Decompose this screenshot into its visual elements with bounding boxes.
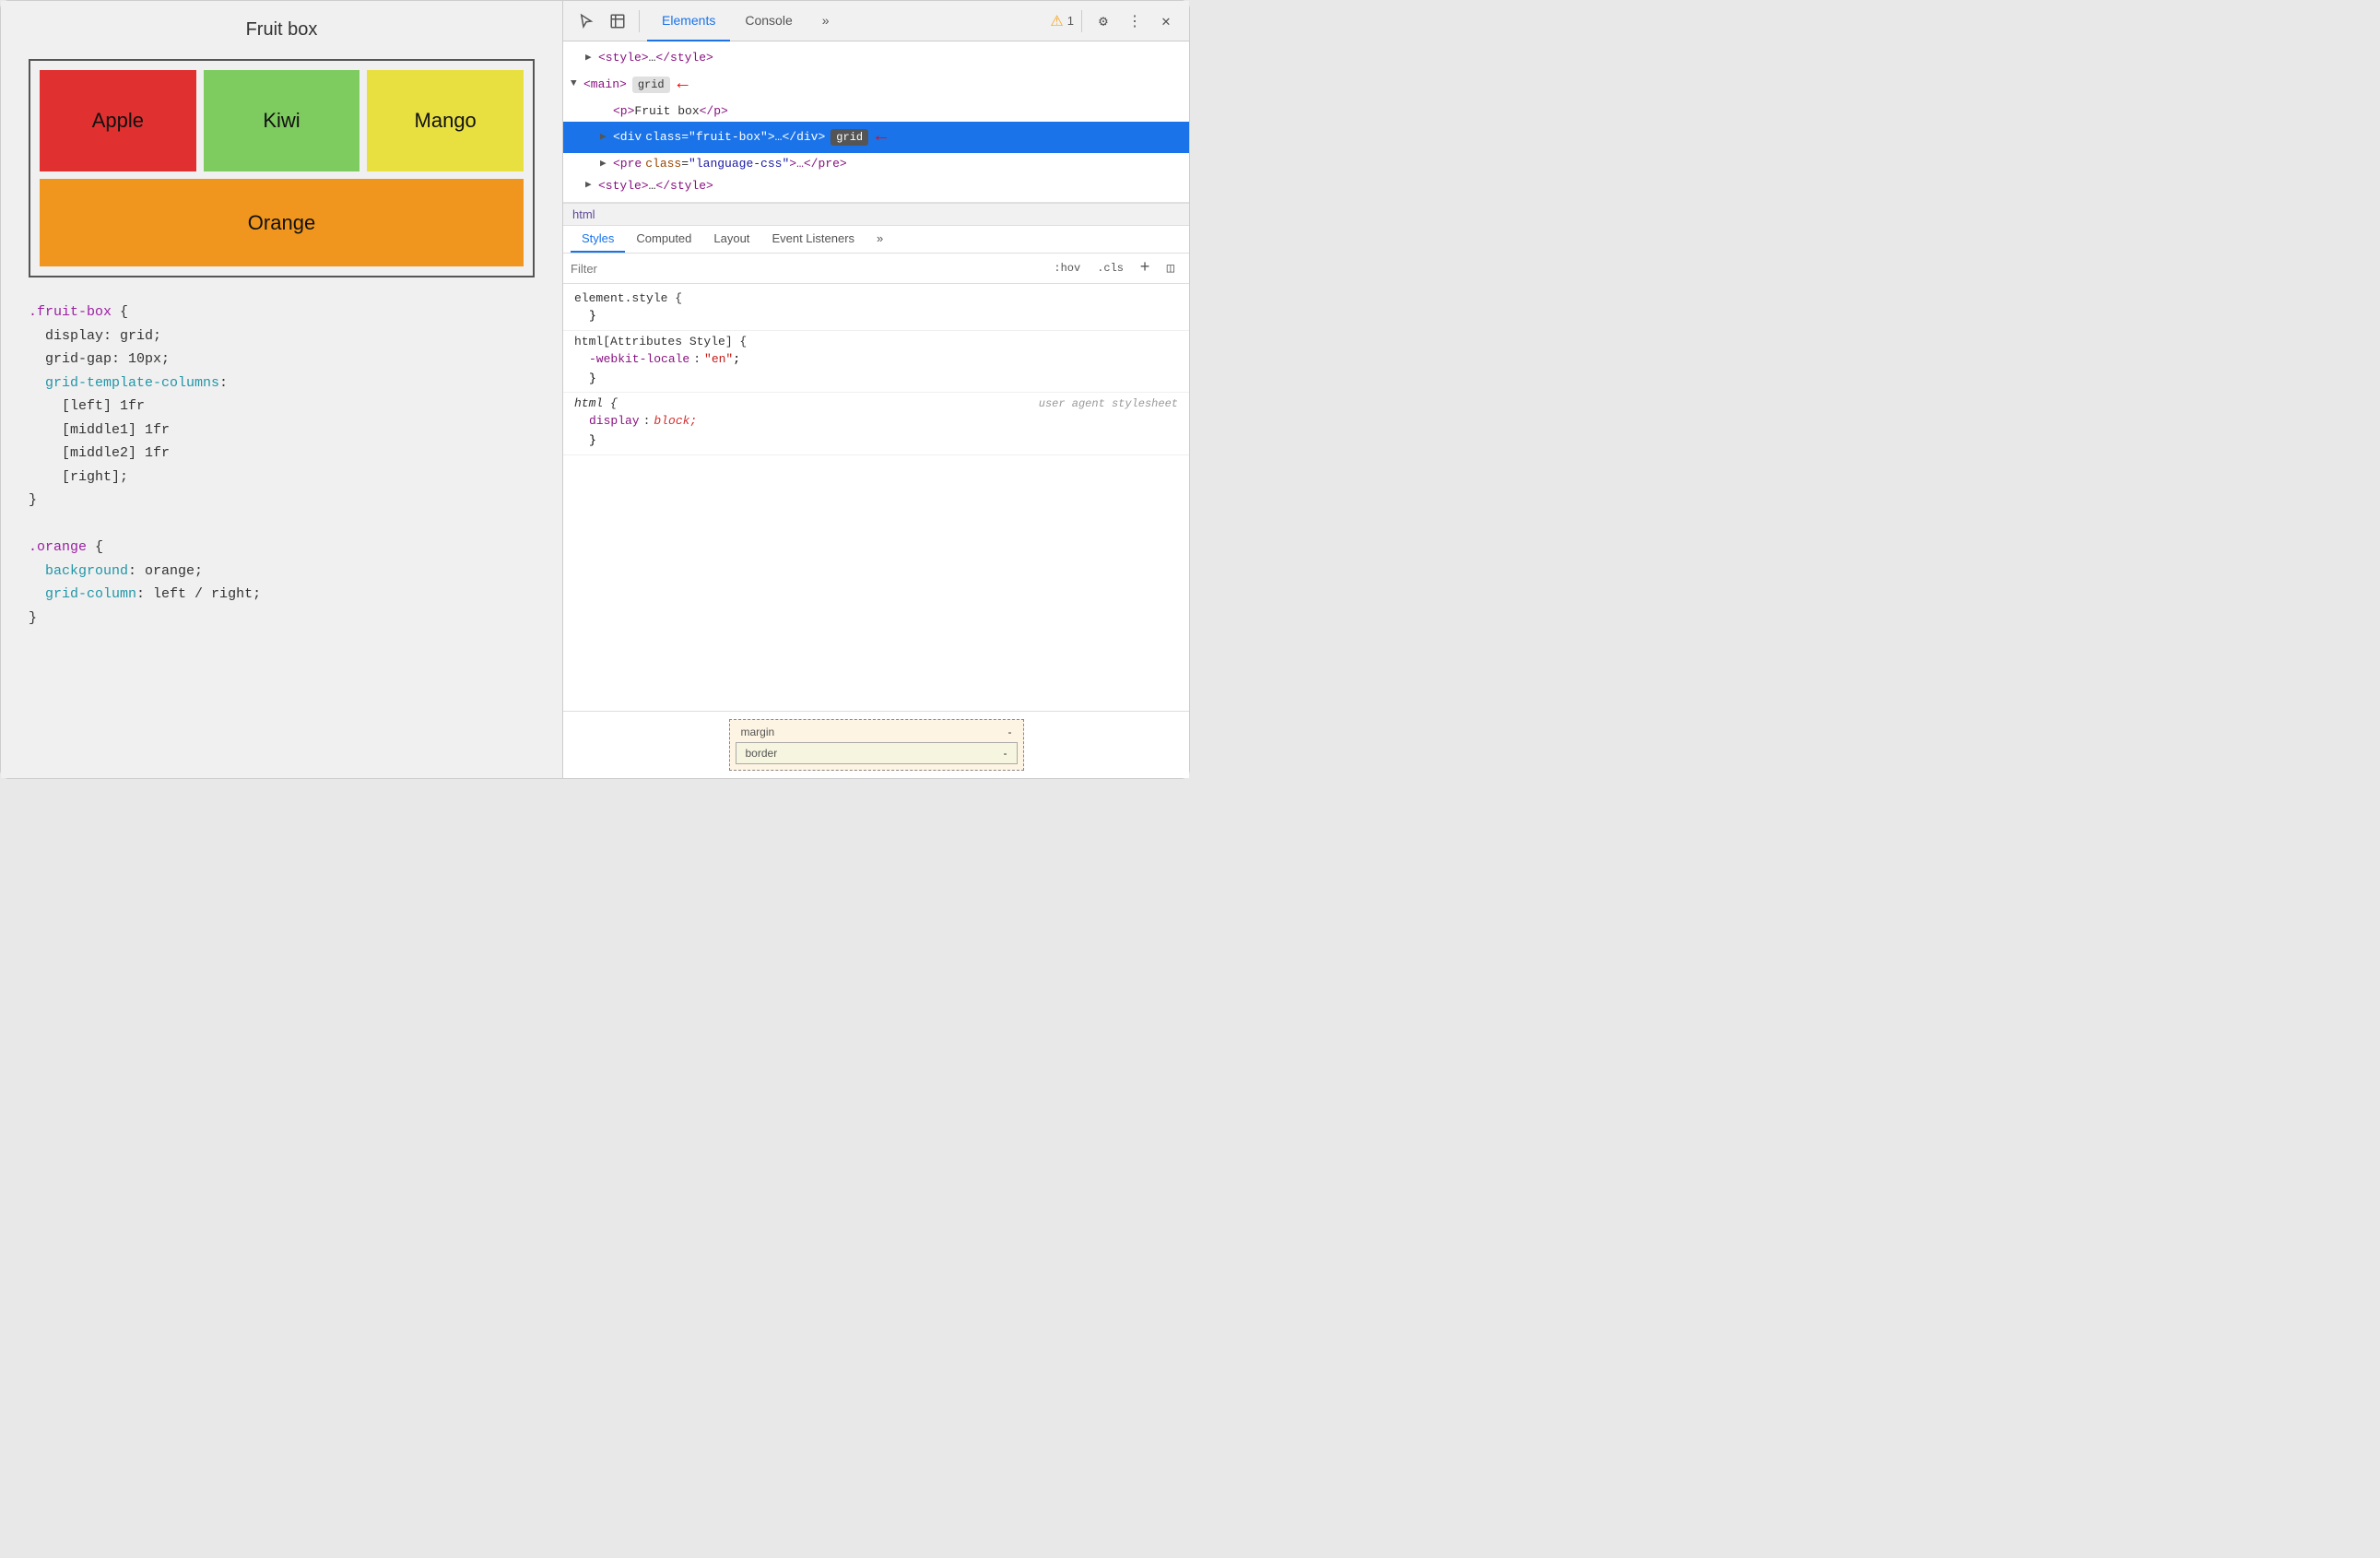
filter-bar: :hov .cls + ◫ xyxy=(563,254,1189,284)
expand-arrow[interactable]: ▶ xyxy=(600,157,613,172)
box-model-border-row: border - xyxy=(738,745,1015,761)
tab-console[interactable]: Console xyxy=(730,1,807,41)
style-rule-selector: html[Attributes Style] { xyxy=(574,335,1178,348)
style-prop: } xyxy=(574,431,1178,451)
fruit-apple: Apple xyxy=(40,70,196,171)
box-inspect-icon[interactable] xyxy=(604,7,631,35)
cls-button[interactable]: .cls xyxy=(1090,259,1130,277)
style-prop: } xyxy=(574,307,1178,326)
box-model-border-value: - xyxy=(1004,747,1007,760)
box-model: margin - border - xyxy=(729,719,1024,771)
warning-indicator: ⚠ 1 xyxy=(1050,12,1074,30)
tab-more-styles[interactable]: » xyxy=(866,226,894,253)
code-line: [middle1] 1fr xyxy=(29,419,535,443)
page-title: Fruit box xyxy=(29,19,535,41)
dom-line-pre[interactable]: ▶ <pre class="language-css" >…</pre> xyxy=(563,153,1189,175)
dom-line-p[interactable]: <p>Fruit box</p> xyxy=(563,100,1189,123)
box-model-margin-row: margin - xyxy=(734,724,1019,740)
code-line: grid-gap: 10px; xyxy=(29,348,535,372)
dom-line-style1[interactable]: ▶ <style>…</style> xyxy=(563,47,1189,69)
grid-badge-2: grid xyxy=(831,129,868,146)
expand-arrow[interactable]: ▼ xyxy=(571,77,583,92)
box-model-border-box: border - xyxy=(736,742,1018,764)
tab-computed[interactable]: Computed xyxy=(625,226,702,253)
tab-elements[interactable]: Elements xyxy=(647,1,730,41)
hov-button[interactable]: :hov xyxy=(1047,259,1087,277)
style-rule-selector: element.style { xyxy=(574,291,1178,305)
code-line: .fruit-box { xyxy=(29,301,535,325)
add-style-button[interactable]: + xyxy=(1134,257,1156,279)
devtools-panel: Elements Console » ⚠ 1 ⚙ ⋮ ✕ ▶ xyxy=(563,1,1189,778)
code-line: } xyxy=(29,607,535,631)
code-line: grid-template-columns: xyxy=(29,372,535,395)
warning-icon: ⚠ xyxy=(1050,12,1063,30)
fruit-kiwi: Kiwi xyxy=(204,70,360,171)
code-line: [left] 1fr xyxy=(29,395,535,419)
ua-stylesheet-label: user agent stylesheet xyxy=(1039,397,1178,410)
style-rule-selector: html { user agent stylesheet xyxy=(574,396,1178,410)
grid-badge: grid xyxy=(632,77,670,93)
code-line: display: grid; xyxy=(29,325,535,348)
close-icon[interactable]: ✕ xyxy=(1152,7,1180,35)
breadcrumb-html[interactable]: html xyxy=(572,207,595,221)
tab-styles[interactable]: Styles xyxy=(571,226,625,253)
box-model-border-label: border xyxy=(746,747,778,760)
code-line: [middle2] 1fr xyxy=(29,442,535,466)
tab-more-panels[interactable]: » xyxy=(807,1,844,41)
box-model-section: margin - border - xyxy=(563,711,1189,778)
toolbar-divider xyxy=(639,10,640,32)
expand-arrow[interactable]: ▶ xyxy=(585,178,598,194)
filter-input[interactable] xyxy=(571,262,1042,276)
devtools-toolbar: Elements Console » ⚠ 1 ⚙ ⋮ ✕ xyxy=(563,1,1189,41)
box-model-margin-label: margin xyxy=(741,726,775,738)
dom-elements-panel: ▶ <style>…</style> ▼ <main> grid ← <p>Fr… xyxy=(563,41,1189,203)
dom-line-div-fruitbox[interactable]: ▶ <div class="fruit-box" >…</div> grid ← xyxy=(563,122,1189,153)
settings-icon[interactable]: ⚙ xyxy=(1090,7,1117,35)
style-prop: } xyxy=(574,370,1178,389)
cursor-icon[interactable] xyxy=(572,7,600,35)
dom-line-style2[interactable]: ▶ <style>…</style> xyxy=(563,175,1189,197)
box-model-margin-value: - xyxy=(1008,726,1012,738)
expand-arrow[interactable]: ▶ xyxy=(600,130,613,146)
expand-arrow[interactable]: ▶ xyxy=(585,51,598,66)
styles-content: element.style { } html[Attributes Style]… xyxy=(563,284,1189,711)
filter-actions: :hov .cls + ◫ xyxy=(1047,257,1182,279)
style-rule-html-attr: html[Attributes Style] { -webkit-locale … xyxy=(563,331,1189,394)
code-line: .orange { xyxy=(29,536,535,560)
code-line xyxy=(29,513,535,537)
warning-count: 1 xyxy=(1067,14,1074,28)
tab-event-listeners[interactable]: Event Listeners xyxy=(760,226,866,253)
fruit-orange: Orange xyxy=(40,179,524,266)
code-line: [right]; xyxy=(29,466,535,490)
style-prop-display: display : block; xyxy=(574,412,1178,431)
dom-line-main[interactable]: ▼ <main> grid ← xyxy=(563,69,1189,100)
style-rule-html-ua: html { user agent stylesheet display : b… xyxy=(563,393,1189,455)
tab-layout[interactable]: Layout xyxy=(702,226,760,253)
fruit-box-grid: Apple Kiwi Mango Orange xyxy=(29,59,535,277)
red-arrow-1: ← xyxy=(677,71,689,99)
style-prop-webkit-locale: -webkit-locale : "en" ; xyxy=(574,350,1178,370)
code-line: background: orange; xyxy=(29,560,535,584)
red-arrow-2: ← xyxy=(876,124,887,151)
breadcrumb-bar[interactable]: html xyxy=(563,203,1189,226)
code-section: .fruit-box { display: grid; grid-gap: 10… xyxy=(29,301,535,630)
fruit-mango: Mango xyxy=(367,70,524,171)
style-rule-element: element.style { } xyxy=(563,288,1189,331)
code-line: grid-column: left / right; xyxy=(29,583,535,607)
more-options-icon[interactable]: ⋮ xyxy=(1121,7,1149,35)
code-line: } xyxy=(29,489,535,513)
left-panel: Fruit box Apple Kiwi Mango Orange .fruit… xyxy=(1,1,563,778)
devtools-top-tabs: Elements Console » xyxy=(647,1,844,41)
styles-tabs-bar: Styles Computed Layout Event Listeners » xyxy=(563,226,1189,254)
toolbar-divider-2 xyxy=(1081,10,1082,32)
new-rule-button[interactable]: ◫ xyxy=(1160,257,1182,279)
